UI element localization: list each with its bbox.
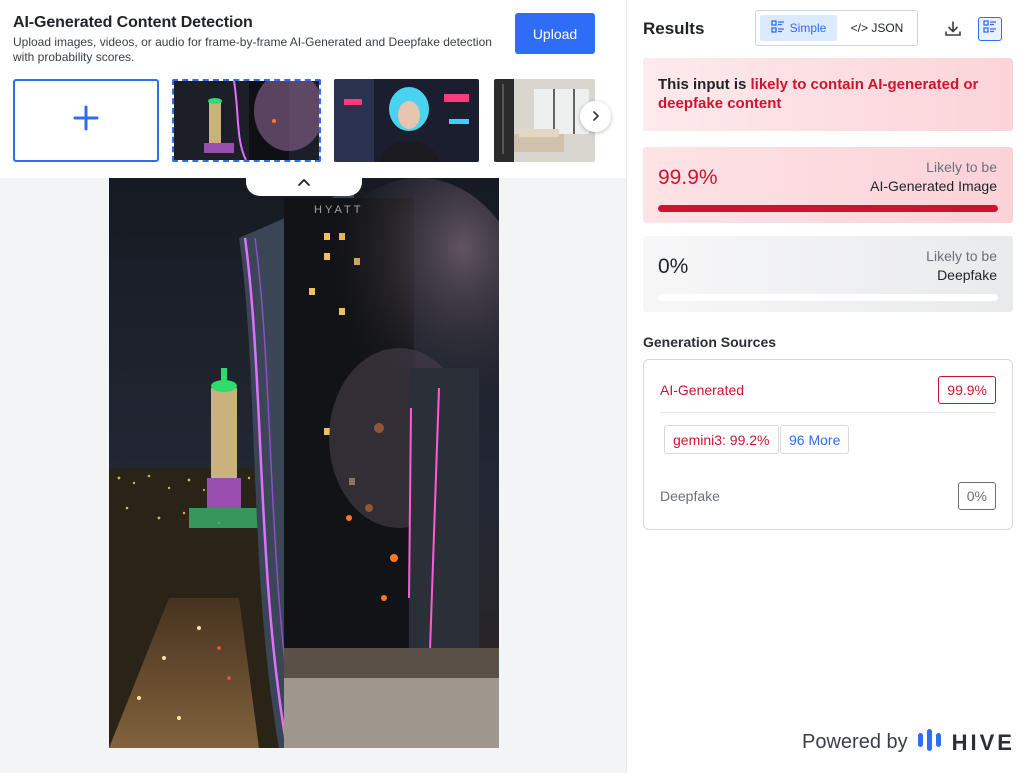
ai-generated-source-label: AI-Generated [660,382,745,398]
next-thumbnail-button[interactable] [580,101,611,132]
chevron-right-icon [591,108,601,126]
upload-button[interactable]: Upload [515,13,595,54]
hive-logo-icon [917,728,943,757]
deepfake-score-card: 0% Likely to be Deepfake [643,236,1013,312]
download-button[interactable] [943,19,963,39]
thumbnail-portrait[interactable] [334,79,479,162]
ai-generated-score-card: 99.9% Likely to be AI-Generated Image [643,147,1013,223]
powered-by-footer: Powered by HIVE [802,728,1015,757]
svg-text:HYATT: HYATT [314,204,363,216]
deepfake-score-caption: Likely to be [926,248,997,264]
thumbnail-selected[interactable] [172,79,321,162]
source-chip-gemini3[interactable]: gemini3: 99.2% [664,425,779,454]
deepfake-score-label: Deepfake [937,267,997,283]
verdict-prefix: This input is [658,76,751,93]
deepfake-score-value: 0% [658,255,689,278]
media-panel: HYATT AI-Generated Content Detection Upl… [0,0,626,773]
upload-header: AI-Generated Content Detection Upload im… [0,0,626,178]
download-icon [943,21,963,43]
ai-generated-source-badge: 99.9% [938,376,996,404]
json-view-tab[interactable]: </> JSON [841,15,913,41]
powered-by-text: Powered by [802,731,908,753]
deepfake-score-bar [658,294,998,301]
page-subtitle: Upload images, videos, or audio for fram… [13,35,492,64]
ai-score-caption: Likely to be [926,159,997,175]
panel-view-icon [983,19,997,39]
verdict-banner: This input is likely to contain AI-gener… [643,58,1013,131]
hive-brand: HIVE [951,729,1015,755]
more-sources-chip[interactable]: 96 More [780,425,850,454]
ai-score-bar-fill [658,205,998,212]
list-view-icon [771,19,785,37]
simple-view-label: Simple [789,21,827,35]
generation-sources-card: AI-Generated 99.9% gemini3: 99.2% 96 Mor… [643,359,1013,530]
view-mode-toggle: Simple </> JSON [755,10,918,46]
simple-view-tab[interactable]: Simple [760,15,837,41]
divider [660,412,996,413]
plus-icon [73,105,99,136]
results-title: Results [643,19,705,38]
generation-sources-title: Generation Sources [643,334,777,350]
page-title: AI-Generated Content Detection [13,14,253,31]
results-panel: Results Simple </> JSON This input is li… [626,0,1024,773]
add-media-tile[interactable] [13,79,159,162]
main-preview-image: HYATT [109,178,499,748]
chevron-up-icon [297,175,311,193]
ai-score-label: AI-Generated Image [870,178,997,194]
ai-score-value: 99.9% [658,166,718,189]
ai-score-bar [658,205,998,212]
collapse-thumbnails-button[interactable] [246,172,362,196]
deepfake-source-badge: 0% [957,482,996,510]
deepfake-source-label: Deepfake [660,488,720,504]
panel-view-button[interactable] [978,17,1002,41]
